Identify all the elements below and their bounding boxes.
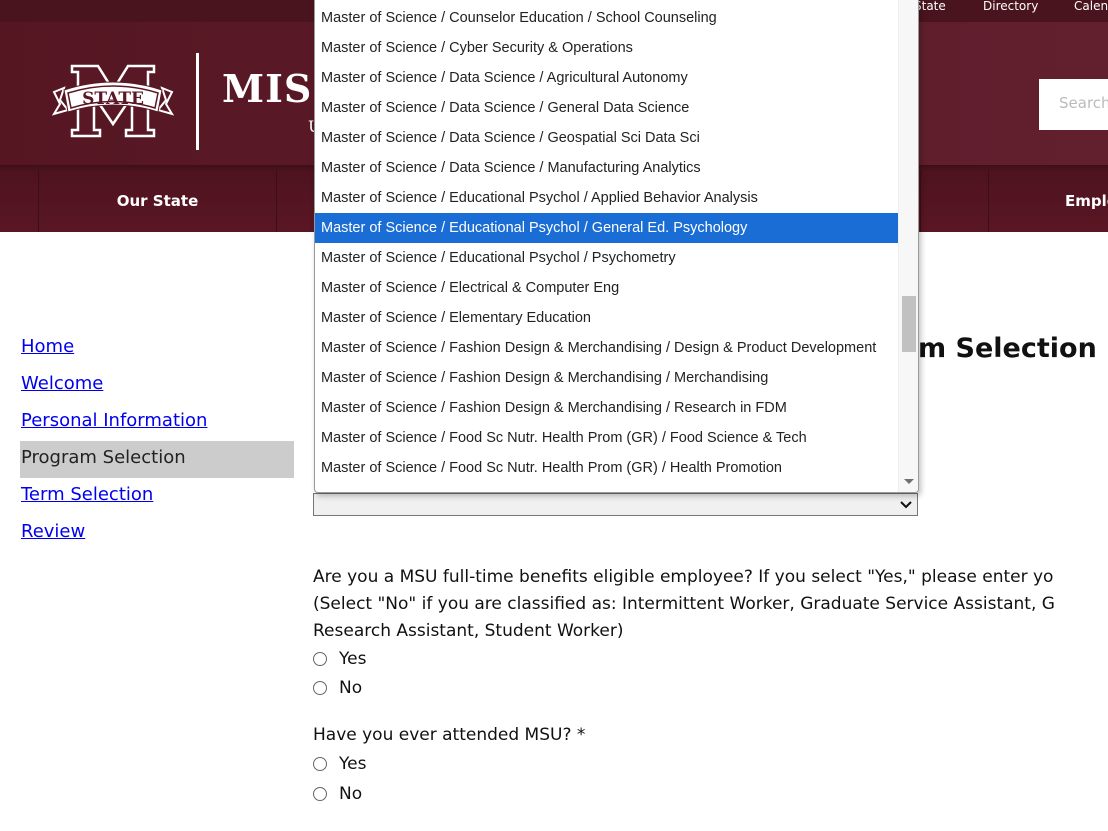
employee-no-radio[interactable]: No bbox=[313, 675, 362, 701]
program-select[interactable] bbox=[313, 493, 918, 516]
radio-circle-icon[interactable] bbox=[313, 787, 327, 801]
dropdown-option[interactable]: Master of Science / Food Sc Nutr. Health… bbox=[315, 423, 898, 453]
dropdown-option[interactable]: Master of Science / Fashion Design & Mer… bbox=[315, 393, 898, 423]
employee-question: Are you a MSU full-time benefits eligibl… bbox=[313, 564, 1055, 645]
step-sidebar: Home Welcome Personal Information Progra… bbox=[20, 330, 294, 552]
sidebar-item-home[interactable]: Home bbox=[20, 330, 294, 367]
nav-item-hidden-right[interactable] bbox=[920, 170, 988, 232]
attended-question: Have you ever attended MSU? * bbox=[313, 725, 586, 745]
radio-label: Yes bbox=[339, 754, 367, 774]
nav-item-hidden[interactable] bbox=[276, 170, 316, 232]
dropdown-option[interactable]: Master of Science / Fashion Design & Mer… bbox=[315, 333, 898, 363]
radio-circle-icon[interactable] bbox=[313, 757, 327, 771]
dropdown-option[interactable]: Master of Science / Educational Psychol … bbox=[315, 243, 898, 273]
dropdown-option[interactable]: Master of Science / Counselor Education … bbox=[315, 3, 898, 33]
dropdown-option[interactable]: Master of Science / Data Science / Agric… bbox=[315, 63, 898, 93]
search-placeholder: Search bbox=[1059, 94, 1108, 112]
program-dropdown-list[interactable]: Master of Science / Counselor Education … bbox=[314, 0, 919, 493]
employee-yes-radio[interactable]: Yes bbox=[313, 646, 366, 672]
dropdown-scrollbar[interactable] bbox=[898, 0, 918, 492]
svg-text:STATE: STATE bbox=[82, 89, 144, 109]
dropdown-option[interactable]: Master of Science / Electrical & Compute… bbox=[315, 273, 898, 303]
radio-label: No bbox=[339, 784, 363, 804]
employee-question-line: (Select "No" if you are classified as: I… bbox=[313, 594, 1055, 614]
dropdown-option[interactable]: Master of Science / Elementary Education bbox=[315, 303, 898, 333]
page-title: m Selection bbox=[918, 333, 1097, 364]
dropdown-option[interactable]: Master of Science / Educational Psychol … bbox=[315, 213, 898, 243]
radio-label: Yes bbox=[339, 649, 367, 669]
dropdown-option[interactable]: Master of Science / Educational Psychol … bbox=[315, 183, 898, 213]
dropdown-option[interactable]: Master of Science / Data Science / Manuf… bbox=[315, 153, 898, 183]
nav-item-employment[interactable]: Employment bbox=[988, 170, 1108, 232]
nav-item-our-state[interactable]: Our State bbox=[38, 170, 276, 232]
radio-label: No bbox=[339, 678, 363, 698]
employee-question-line: Research Assistant, Student Worker) bbox=[313, 621, 624, 641]
dropdown-option[interactable]: Master of Science / Data Science / Gener… bbox=[315, 93, 898, 123]
logo-divider bbox=[196, 53, 199, 150]
radio-circle-icon[interactable] bbox=[313, 652, 327, 666]
utility-link-calendar[interactable]: Calendar bbox=[1074, 0, 1108, 12]
dropdown-option[interactable]: Master of Science / Data Science / Geosp… bbox=[315, 123, 898, 153]
utility-link-directory[interactable]: Directory bbox=[983, 0, 1038, 12]
dropdown-option[interactable]: Master of Science / Cyber Security & Ope… bbox=[315, 33, 898, 63]
sidebar-item-term-selection[interactable]: Term Selection bbox=[20, 478, 294, 515]
radio-circle-icon[interactable] bbox=[313, 681, 327, 695]
sidebar-item-review[interactable]: Review bbox=[20, 515, 294, 552]
scrollbar-thumb[interactable] bbox=[902, 296, 916, 352]
attended-no-radio[interactable]: No bbox=[313, 781, 362, 807]
msu-logo-icon[interactable]: STATE bbox=[50, 62, 176, 140]
search-input[interactable]: Search bbox=[1039, 79, 1108, 130]
dropdown-option[interactable]: Master of Science / Fashion Design & Mer… bbox=[315, 363, 898, 393]
chevron-down-icon bbox=[900, 501, 912, 509]
dropdown-options: Master of Science / Counselor Education … bbox=[315, 3, 898, 483]
sidebar-item-personal-information[interactable]: Personal Information bbox=[20, 404, 294, 441]
employee-question-line: Are you a MSU full-time benefits eligibl… bbox=[313, 567, 1054, 587]
scroll-down-arrow-icon[interactable] bbox=[904, 479, 914, 484]
attended-yes-radio[interactable]: Yes bbox=[313, 751, 366, 777]
sidebar-item-program-selection: Program Selection bbox=[20, 441, 294, 478]
dropdown-option[interactable]: Master of Science / Food Sc Nutr. Health… bbox=[315, 453, 898, 483]
sidebar-item-welcome[interactable]: Welcome bbox=[20, 367, 294, 404]
